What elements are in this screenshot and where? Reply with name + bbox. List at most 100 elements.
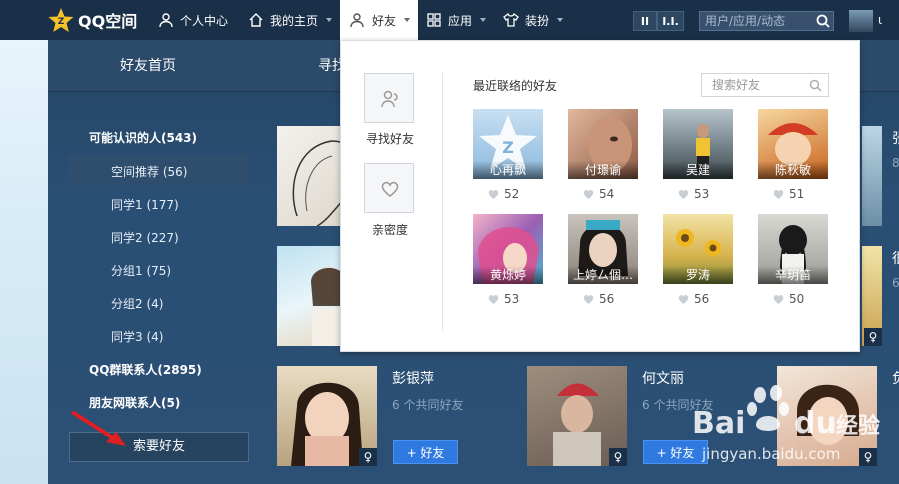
heart-icon (381, 181, 399, 197)
score-value: 51 (789, 187, 805, 201)
friend-name: 心再飘 (473, 161, 543, 179)
nav-decorate[interactable]: 装扮 (503, 0, 564, 40)
female-icon: ♀ (864, 328, 882, 346)
recent-friend-avatar[interactable]: 付璟谕 (568, 109, 638, 179)
group-item[interactable]: 同学3 (4) (111, 328, 163, 345)
chevron-down-icon (480, 18, 487, 22)
score-value: 56 (599, 292, 615, 306)
mutual-friends-count: 8 (892, 156, 899, 170)
female-icon: ♀ (609, 448, 627, 466)
nav-personal-center[interactable]: 个人中心 (158, 0, 228, 40)
friend-card-photo[interactable] (862, 126, 882, 226)
search-placeholder: 用户/应用/动态 (705, 14, 786, 28)
friend-name: 黄烁婷 (473, 266, 543, 284)
layout-toggle-b[interactable]: I.I. (657, 11, 684, 31)
score-value: 53 (694, 187, 710, 201)
heart-icon (488, 294, 499, 304)
apps-icon (427, 13, 441, 27)
intimacy-score: 51 (772, 187, 804, 201)
svg-text:Z: Z (58, 17, 65, 27)
friend-card-photo[interactable]: ♀ (527, 366, 627, 466)
intimacy-label[interactable]: 亲密度 (372, 221, 408, 238)
nav-apps[interactable]: 应用 (426, 0, 487, 40)
user-avatar[interactable] (849, 10, 873, 32)
heart-icon (583, 189, 594, 199)
friends-icon (350, 13, 364, 28)
top-nav-bar: Z QQ空间 个人中心 我的主页 好友 应用 装扮 II I.I. 用户/应用/… (0, 0, 899, 40)
group-item[interactable]: 分组2 (4) (111, 295, 163, 312)
global-search-input[interactable]: 用户/应用/动态 (699, 11, 834, 31)
person-icon (159, 13, 173, 28)
maybe-known-heading[interactable]: 可能认识的人(543) (89, 129, 197, 146)
mutual-friends-count: 6 个共同好友 (392, 398, 464, 412)
intimacy-score: 53 (677, 187, 709, 201)
intimacy-button[interactable] (364, 163, 414, 213)
background-sky (0, 40, 48, 484)
friend-name: 付璟谕 (568, 161, 638, 179)
group-item[interactable]: 同学1 (177) (111, 196, 179, 213)
friend-name: 吴建 (663, 161, 733, 179)
tab-friends-home[interactable]: 好友首页 (120, 40, 176, 92)
search-icon[interactable] (809, 79, 822, 92)
qzone-logo[interactable]: Z QQ空间 (48, 7, 137, 33)
logo-text: QQ空间 (78, 12, 138, 31)
find-friend-icon (381, 90, 398, 108)
score-value: 56 (694, 292, 710, 306)
add-friend-button[interactable]: + 好友 (393, 440, 458, 464)
recent-friend-avatar[interactable]: 吴建 (663, 109, 733, 179)
chevron-down-icon (326, 18, 333, 22)
search-icon[interactable] (815, 13, 831, 29)
recent-friend-avatar[interactable]: 黄烁婷 (473, 214, 543, 284)
score-value: 52 (504, 187, 520, 201)
qzone-star-icon: Z (48, 8, 74, 32)
group-item[interactable]: 分组1 (75) (111, 262, 171, 279)
baidu-jingyan-watermark: Bai du 经验 jingyan.baidu.com (692, 385, 880, 463)
intimacy-score: 53 (487, 292, 519, 306)
find-friends-button[interactable] (364, 73, 414, 123)
friend-name[interactable]: 很 (892, 248, 899, 268)
friend-card-photo[interactable]: ♀ (277, 366, 377, 466)
heart-icon (678, 189, 689, 199)
friend-name[interactable]: 张 (892, 128, 899, 148)
heart-icon (678, 294, 689, 304)
mutual-friends-count: 6 (892, 276, 899, 290)
nav-label: 好友 (372, 13, 397, 28)
recent-friend-avatar[interactable]: 罗涛 (663, 214, 733, 284)
heart-icon (583, 294, 594, 304)
recent-friend-avatar[interactable]: Z 心再飘 (473, 109, 543, 179)
friend-name[interactable]: 何文丽 (642, 368, 684, 388)
friend-name[interactable]: 彭银萍 (392, 368, 434, 388)
svg-text:du: du (794, 406, 837, 441)
score-value: 53 (504, 292, 520, 306)
heart-icon (773, 189, 784, 199)
friend-name: 上婷ㄙ個… (568, 266, 638, 284)
friend-card-photo[interactable]: ♀ (862, 246, 882, 346)
search-placeholder: 搜索好友 (712, 78, 761, 92)
recent-friend-avatar[interactable]: 辛玥笛 (758, 214, 828, 284)
group-item[interactable]: 同学2 (227) (111, 229, 179, 246)
nav-friends[interactable]: 好友 (340, 0, 418, 40)
nav-my-homepage[interactable]: 我的主页 (248, 0, 333, 40)
qq-group-contacts[interactable]: QQ群联系人(2895) (89, 361, 202, 378)
friend-search-input[interactable]: 搜索好友 (701, 73, 829, 97)
svg-text:Z: Z (502, 138, 514, 157)
group-item[interactable]: 空间推荐 (56) (111, 163, 187, 180)
intimacy-score: 52 (487, 187, 519, 201)
red-arrow-annotation (70, 410, 126, 446)
chevron-down-icon (404, 18, 411, 22)
home-icon (249, 13, 263, 27)
find-friends-label[interactable]: 寻找好友 (366, 130, 414, 147)
user-name[interactable]: ι (878, 13, 882, 27)
friend-name: 陈秋敏 (758, 161, 828, 179)
friend-name: 辛玥笛 (758, 266, 828, 284)
recent-friend-avatar[interactable]: 上婷ㄙ個… (568, 214, 638, 284)
female-icon: ♀ (359, 448, 377, 466)
recent-friend-avatar[interactable]: 陈秋敏 (758, 109, 828, 179)
recent-contacts-title: 最近联络的好友 (473, 79, 558, 93)
heart-icon (773, 294, 784, 304)
nav-label: 应用 (448, 13, 473, 28)
heart-icon (488, 189, 499, 199)
layout-toggle-a[interactable]: II (633, 11, 657, 31)
svg-text:Bai: Bai (692, 406, 745, 441)
pengyou-contacts[interactable]: 朋友网联系人(5) (89, 394, 180, 411)
